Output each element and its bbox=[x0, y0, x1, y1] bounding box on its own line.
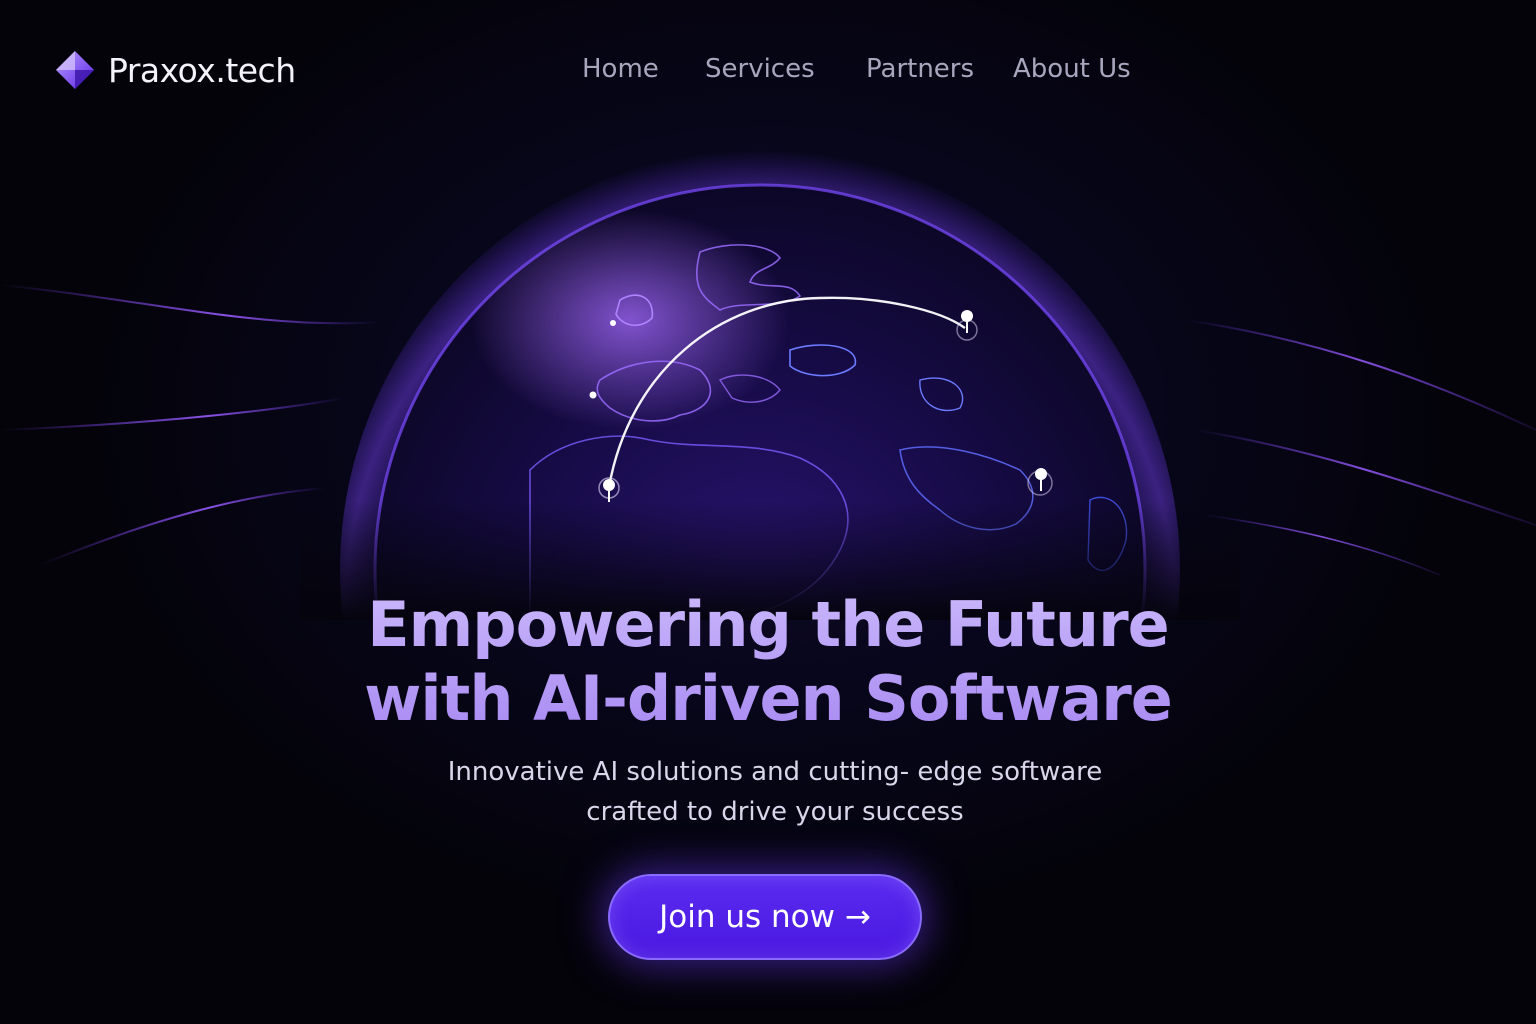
hero-subtext-line-2: crafted to drive your success bbox=[586, 797, 964, 827]
hero-headline: Empowering the Future with AI-driven Sof… bbox=[268, 588, 1268, 736]
join-us-button-label: Join us now → bbox=[659, 899, 871, 935]
map-pin-icon bbox=[961, 310, 973, 333]
hero-subtext: Innovative AI solutions and cutting- edg… bbox=[360, 752, 1190, 832]
hero-headline-line-2: with AI-driven Software bbox=[364, 662, 1172, 735]
nav-item-about-us[interactable]: About Us bbox=[1013, 54, 1131, 84]
map-pin-icon bbox=[603, 479, 615, 502]
map-pin-icon bbox=[1035, 468, 1047, 491]
hero-subtext-line-1: Innovative AI solutions and cutting- edg… bbox=[447, 757, 1103, 787]
nav-links: Home Services Partners About Us bbox=[0, 54, 1536, 94]
nav-item-partners[interactable]: Partners bbox=[866, 54, 974, 84]
globe-illustration bbox=[300, 150, 1240, 620]
nav-item-services[interactable]: Services bbox=[705, 54, 815, 84]
top-navigation: Praxox.tech Home Services Partners About… bbox=[0, 0, 1536, 140]
nav-item-home[interactable]: Home bbox=[582, 54, 659, 84]
hero-headline-line-1: Empowering the Future bbox=[367, 588, 1169, 661]
join-us-button[interactable]: Join us now → bbox=[608, 874, 922, 960]
landing-page: Praxox.tech Home Services Partners About… bbox=[0, 0, 1536, 1024]
